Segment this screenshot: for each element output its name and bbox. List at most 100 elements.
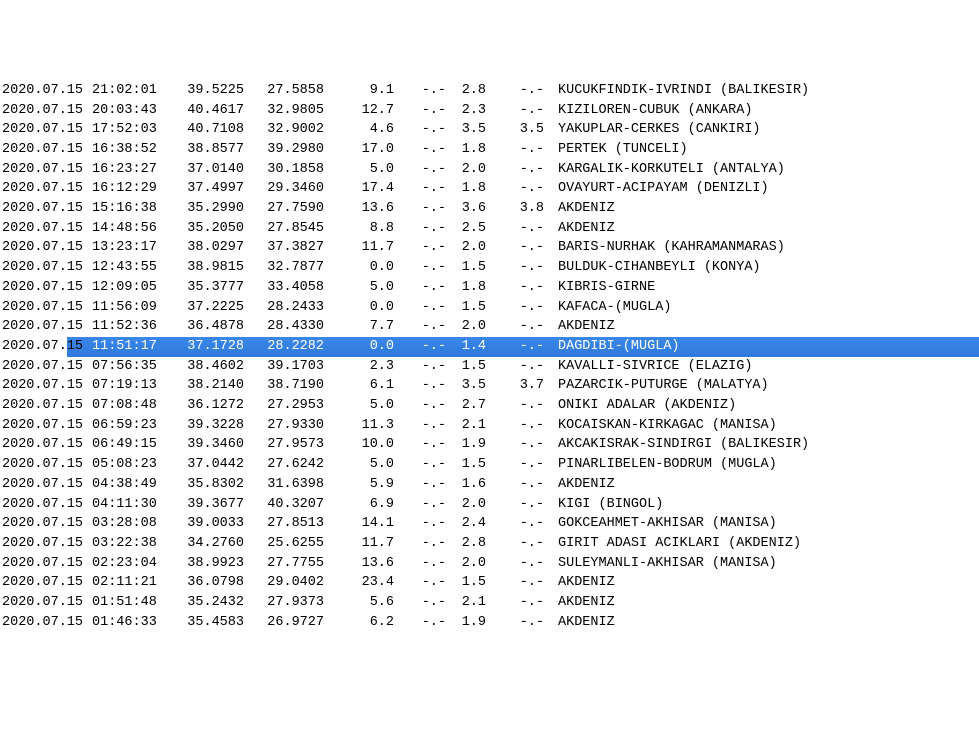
mag1-cell: -.- <box>402 120 452 140</box>
date-cell: 2020.07.15 <box>2 593 92 613</box>
mag1-cell: -.- <box>402 238 452 258</box>
location-cell: PAZARCIK-PUTURGE (MALATYA) <box>552 376 912 396</box>
mag2-cell: 1.5 <box>452 455 492 475</box>
depth-cell: 12.7 <box>332 101 402 121</box>
location-cell: ONIKI ADALAR (AKDENIZ) <box>552 396 912 416</box>
table-row[interactable]: 2020.07.1516:38:5238.857739.298017.0-.-1… <box>2 140 979 160</box>
latitude-cell: 39.3228 <box>172 416 252 436</box>
mag1-cell: -.- <box>402 396 452 416</box>
table-row[interactable]: 2020.07.1503:28:0839.003327.851314.1-.-2… <box>2 514 979 534</box>
table-row[interactable]: 2020.07.1516:23:2737.014030.18585.0-.-2.… <box>2 160 979 180</box>
date-cell: 2020.07.15 <box>2 613 92 633</box>
mag2-cell: 2.3 <box>452 101 492 121</box>
mag2-cell: 1.5 <box>452 357 492 377</box>
mag3-cell: 3.5 <box>492 120 552 140</box>
table-row[interactable]: 2020.07.1516:12:2937.499729.346017.4-.-1… <box>2 179 979 199</box>
mag3-cell: -.- <box>492 455 552 475</box>
latitude-cell: 36.0798 <box>172 573 252 593</box>
location-cell: YAKUPLAR-CERKES (CANKIRI) <box>552 120 912 140</box>
mag1-cell: -.- <box>402 160 452 180</box>
table-row[interactable]: 2020.07.1507:19:1338.214038.71906.1-.-3.… <box>2 376 979 396</box>
date-cell: 2020.07.15 <box>2 554 92 574</box>
table-row[interactable]: 2020.07.1511:52:3636.487828.43307.7-.-2.… <box>2 317 979 337</box>
time-cell: 07:08:48 <box>92 396 172 416</box>
table-row[interactable]: 2020.07.1511:51:1737.172828.22820.0-.-1.… <box>2 337 979 357</box>
mag1-cell: -.- <box>402 495 452 515</box>
latitude-cell: 39.3677 <box>172 495 252 515</box>
latitude-cell: 39.3460 <box>172 435 252 455</box>
latitude-cell: 35.2990 <box>172 199 252 219</box>
time-cell: 11:52:36 <box>92 317 172 337</box>
table-row[interactable]: 2020.07.1501:51:4835.243227.93735.6-.-2.… <box>2 593 979 613</box>
mag3-cell: -.- <box>492 357 552 377</box>
mag2-cell: 1.9 <box>452 435 492 455</box>
longitude-cell: 39.1703 <box>252 357 332 377</box>
table-row[interactable]: 2020.07.1504:38:4935.830231.63985.9-.-1.… <box>2 475 979 495</box>
mag3-cell: -.- <box>492 179 552 199</box>
mag1-cell: -.- <box>402 317 452 337</box>
table-row[interactable]: 2020.07.1515:16:3835.299027.759013.6-.-3… <box>2 199 979 219</box>
depth-cell: 0.0 <box>332 258 402 278</box>
date-cell: 2020.07.15 <box>2 534 92 554</box>
depth-cell: 5.0 <box>332 160 402 180</box>
date-cell: 2020.07.15 <box>2 219 92 239</box>
depth-cell: 17.4 <box>332 179 402 199</box>
mag3-cell: -.- <box>492 101 552 121</box>
longitude-cell: 28.2433 <box>252 298 332 318</box>
mag3-cell: -.- <box>492 278 552 298</box>
mag2-cell: 1.4 <box>452 337 492 357</box>
latitude-cell: 35.3777 <box>172 278 252 298</box>
mag1-cell: -.- <box>402 475 452 495</box>
table-row[interactable]: 2020.07.1512:43:5538.981532.78770.0-.-1.… <box>2 258 979 278</box>
table-row[interactable]: 2020.07.1517:52:0340.710832.90024.6-.-3.… <box>2 120 979 140</box>
mag3-cell: -.- <box>492 219 552 239</box>
longitude-cell: 27.9330 <box>252 416 332 436</box>
longitude-cell: 27.5858 <box>252 81 332 101</box>
location-cell: PINARLIBELEN-BODRUM (MUGLA) <box>552 455 912 475</box>
longitude-cell: 27.8513 <box>252 514 332 534</box>
time-cell: 11:51:17 <box>92 337 172 357</box>
latitude-cell: 37.0140 <box>172 160 252 180</box>
depth-cell: 4.6 <box>332 120 402 140</box>
mag3-cell: -.- <box>492 140 552 160</box>
time-cell: 11:56:09 <box>92 298 172 318</box>
location-cell: AKDENIZ <box>552 475 912 495</box>
latitude-cell: 37.1728 <box>172 337 252 357</box>
table-row[interactable]: 2020.07.1520:03:4340.461732.980512.7-.-2… <box>2 101 979 121</box>
location-cell: GOKCEAHMET-AKHISAR (MANISA) <box>552 514 912 534</box>
depth-cell: 5.0 <box>332 396 402 416</box>
table-row[interactable]: 2020.07.1505:08:2337.044227.62425.0-.-1.… <box>2 455 979 475</box>
longitude-cell: 26.9727 <box>252 613 332 633</box>
time-cell: 04:38:49 <box>92 475 172 495</box>
mag2-cell: 3.6 <box>452 199 492 219</box>
table-row[interactable]: 2020.07.1501:46:3335.458326.97276.2-.-1.… <box>2 613 979 633</box>
location-cell: DAGDIBI-(MUGLA) <box>552 337 912 357</box>
table-row[interactable]: 2020.07.1502:11:2136.079829.040223.4-.-1… <box>2 573 979 593</box>
depth-cell: 2.3 <box>332 357 402 377</box>
table-row[interactable]: 2020.07.1513:23:1738.029737.382711.7-.-2… <box>2 238 979 258</box>
latitude-cell: 35.2050 <box>172 219 252 239</box>
table-row[interactable]: 2020.07.1506:49:1539.346027.957310.0-.-1… <box>2 435 979 455</box>
table-row[interactable]: 2020.07.1507:08:4836.127227.29535.0-.-2.… <box>2 396 979 416</box>
mag1-cell: -.- <box>402 573 452 593</box>
table-row[interactable]: 2020.07.1507:56:3538.460239.17032.3-.-1.… <box>2 357 979 377</box>
mag1-cell: -.- <box>402 219 452 239</box>
table-row[interactable]: 2020.07.1512:09:0535.377733.40585.0-.-1.… <box>2 278 979 298</box>
table-row[interactable]: 2020.07.1506:59:2339.322827.933011.3-.-2… <box>2 416 979 436</box>
table-row[interactable]: 2020.07.1511:56:0937.222528.24330.0-.-1.… <box>2 298 979 318</box>
table-row[interactable]: 2020.07.1521:02:0139.522527.58589.1-.-2.… <box>2 81 979 101</box>
latitude-cell: 38.4602 <box>172 357 252 377</box>
depth-cell: 5.9 <box>332 475 402 495</box>
mag1-cell: -.- <box>402 435 452 455</box>
table-row[interactable]: 2020.07.1504:11:3039.367740.32076.9-.-2.… <box>2 495 979 515</box>
table-row[interactable]: 2020.07.1514:48:5635.205027.85458.8-.-2.… <box>2 219 979 239</box>
table-row[interactable]: 2020.07.1502:23:0438.992327.775513.6-.-2… <box>2 554 979 574</box>
time-cell: 12:43:55 <box>92 258 172 278</box>
mag1-cell: -.- <box>402 81 452 101</box>
time-cell: 16:23:27 <box>92 160 172 180</box>
mag1-cell: -.- <box>402 534 452 554</box>
table-row[interactable]: 2020.07.1503:22:3834.276025.625511.7-.-2… <box>2 534 979 554</box>
mag2-cell: 1.8 <box>452 179 492 199</box>
time-cell: 07:56:35 <box>92 357 172 377</box>
location-cell: KOCAISKAN-KIRKAGAC (MANISA) <box>552 416 912 436</box>
